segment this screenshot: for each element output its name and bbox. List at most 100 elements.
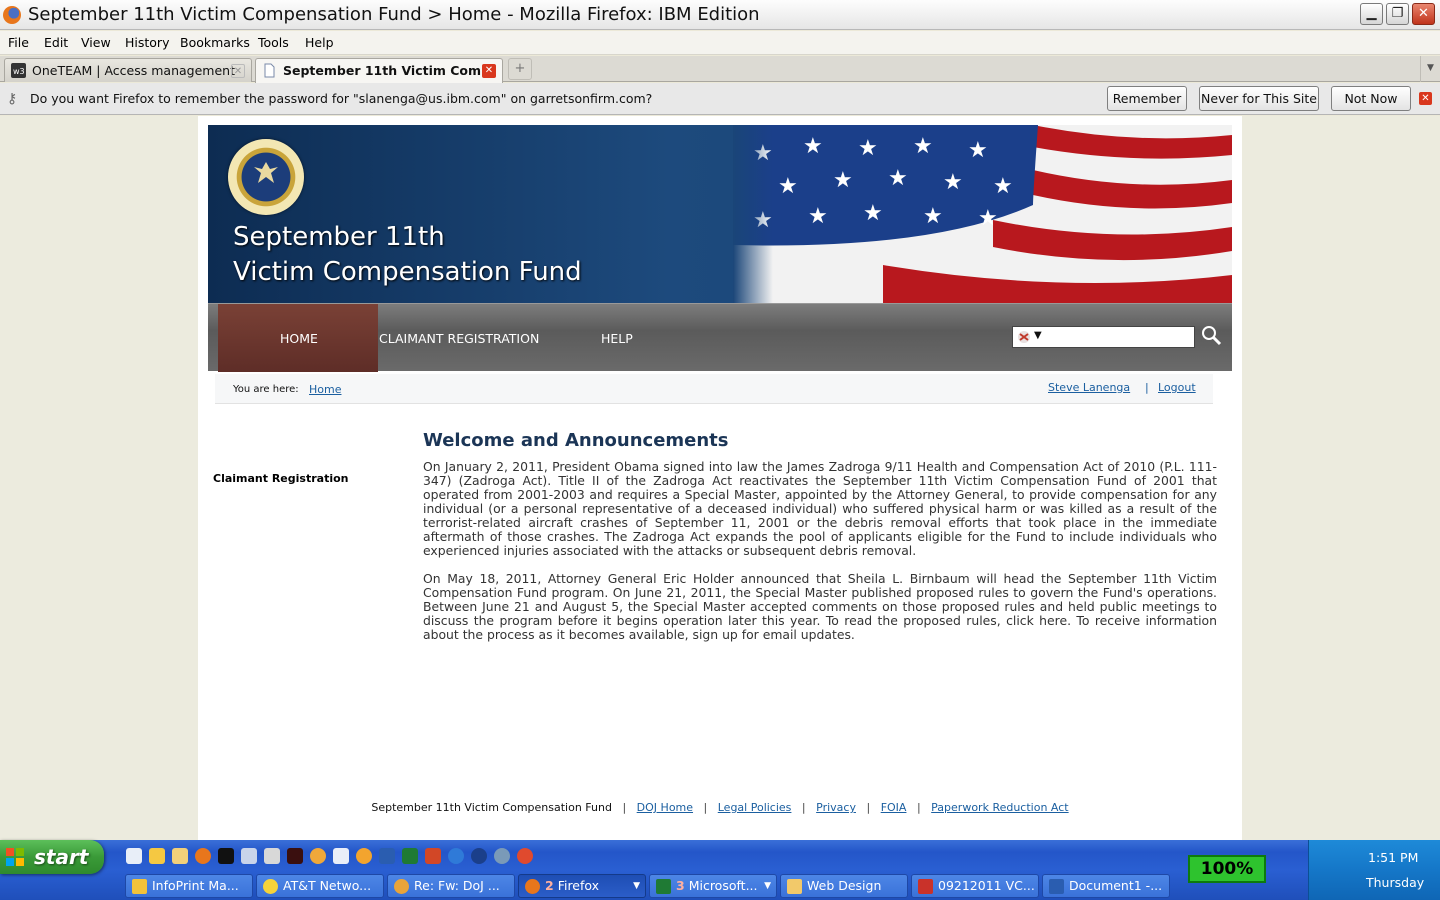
announcement-paragraph-1: On January 2, 2011, President Obama sign…	[423, 459, 1217, 558]
tab-label: OneTEAM | Access management	[32, 63, 235, 78]
page-title: Welcome and Announcements	[423, 430, 729, 451]
quicklaunch-folder-icon[interactable]	[172, 848, 188, 864]
menu-view[interactable]: View	[81, 35, 111, 50]
w3-icon: w3	[11, 63, 26, 78]
quicklaunch-app-icon[interactable]	[264, 848, 280, 864]
footer-link-paperwork-reduction-act[interactable]: Paperwork Reduction Act	[931, 801, 1068, 814]
sidebar-claimant-registration[interactable]: Claimant Registration	[213, 472, 349, 485]
search-input[interactable]: ▼	[1012, 326, 1195, 348]
taskbar-button-email[interactable]: Re: Fw: DoJ ...	[387, 874, 515, 898]
menu-bookmarks[interactable]: Bookmarks	[180, 35, 250, 50]
taskbar-button-label: InfoPrint Ma...	[152, 878, 239, 893]
not-now-button[interactable]: Not Now	[1331, 86, 1411, 111]
windows-taskbar: start InfoPrint Ma... AT&T Netwo... Re: …	[0, 840, 1440, 900]
new-tab-button[interactable]: +	[508, 58, 532, 80]
breadcrumb-separator: |	[1145, 381, 1149, 394]
taskbar-button-label: Microsoft...	[688, 878, 758, 893]
quicklaunch-chrome-icon[interactable]	[517, 848, 533, 864]
breadcrumb-prefix: You are here:	[233, 384, 299, 395]
taskbar-button-label: Document1 -...	[1069, 878, 1163, 893]
key-icon: ⚷	[7, 91, 18, 107]
quicklaunch-notes-icon[interactable]	[149, 848, 165, 864]
svg-text:w3: w3	[13, 67, 25, 76]
browser-viewport: ★ ★ ★ ★ ★ ★ ★ ★ ★ ★ ★ ★ ★ ★ ★	[0, 116, 1440, 840]
tab-oneteam[interactable]: w3 OneTEAM | Access management ✕	[4, 58, 252, 82]
taskbar-button-label: Web Design	[807, 878, 882, 893]
footer-link-privacy[interactable]: Privacy	[816, 801, 856, 814]
footer-separator: |	[622, 801, 627, 814]
nav-home[interactable]: HOME	[280, 331, 318, 346]
tab-close-icon[interactable]: ✕	[482, 64, 496, 78]
footer-link-legal-policies[interactable]: Legal Policies	[718, 801, 792, 814]
taskbar-button-pdf[interactable]: 09212011 VC...	[911, 874, 1039, 898]
quicklaunch-app5-icon[interactable]	[356, 848, 372, 864]
window-title: September 11th Victim Compensation Fund …	[28, 4, 760, 25]
footer-site-name: September 11th Victim Compensation Fund	[371, 801, 612, 814]
eagle-icon	[254, 162, 278, 183]
footer-separator: |	[916, 801, 921, 814]
quicklaunch-app4-icon[interactable]	[333, 848, 349, 864]
nav-claimant-registration[interactable]: CLAIMANT REGISTRATION	[379, 331, 539, 346]
doj-seal-logo	[228, 139, 304, 215]
taskbar-button-microsoft[interactable]: 3 Microsoft... ▼	[649, 874, 777, 898]
footer-link-doj-home[interactable]: DOJ Home	[637, 801, 693, 814]
nav-help[interactable]: HELP	[601, 331, 633, 346]
quicklaunch-app6-icon[interactable]	[494, 848, 510, 864]
tab-vcf[interactable]: September 11th Victim Com... ✕	[255, 58, 503, 83]
menu-tools[interactable]: Tools	[258, 35, 289, 50]
search-engine-icon	[1018, 331, 1030, 343]
quicklaunch-show-desktop-icon[interactable]	[126, 848, 142, 864]
quicklaunch-app3-icon[interactable]	[310, 848, 326, 864]
quicklaunch-app2-icon[interactable]	[287, 848, 303, 864]
quicklaunch-ie-icon[interactable]	[448, 848, 464, 864]
infoprint-icon	[132, 879, 147, 894]
start-label: start	[34, 845, 89, 869]
banner-title-line2: Victim Compensation Fund	[233, 257, 582, 287]
breadcrumb-home-link[interactable]: Home	[309, 383, 341, 396]
minimize-button[interactable]: ▁	[1360, 3, 1383, 25]
quicklaunch-cmd-icon[interactable]	[218, 848, 234, 864]
taskbar-button-infoprint[interactable]: InfoPrint Ma...	[125, 874, 253, 898]
taskbar-button-web-design[interactable]: Web Design	[780, 874, 908, 898]
user-name-link[interactable]: Steve Lanenga	[1048, 381, 1130, 394]
quicklaunch-media-icon[interactable]	[471, 848, 487, 864]
quicklaunch-powerpoint-icon[interactable]	[425, 848, 441, 864]
taskbar-button-label: AT&T Netwo...	[283, 878, 372, 893]
never-for-site-button[interactable]: Never for This Site	[1199, 86, 1319, 111]
windows-logo-icon	[6, 848, 24, 866]
chevron-down-icon[interactable]: ▼	[1034, 330, 1042, 341]
close-notification-icon[interactable]: ✕	[1419, 92, 1432, 105]
menu-file[interactable]: File	[8, 35, 29, 50]
logout-link[interactable]: Logout	[1158, 381, 1196, 394]
start-button[interactable]: start	[0, 840, 104, 874]
search-icon[interactable]	[1200, 324, 1222, 346]
web-page: ★ ★ ★ ★ ★ ★ ★ ★ ★ ★ ★ ★ ★ ★ ★	[198, 116, 1242, 840]
tab-close-icon[interactable]: ✕	[231, 64, 245, 78]
tab-label: September 11th Victim Com...	[283, 63, 496, 78]
maximize-button[interactable]: ❐	[1386, 3, 1409, 25]
remember-button[interactable]: Remember	[1107, 86, 1187, 111]
tab-list-button[interactable]: ▼	[1420, 56, 1440, 82]
taskbar-button-firefox[interactable]: 2 Firefox ▼	[518, 874, 646, 898]
chevron-down-icon: ▼	[633, 881, 640, 891]
page-icon	[264, 63, 275, 78]
taskbar-button-document1[interactable]: Document1 -...	[1042, 874, 1170, 898]
menu-history[interactable]: History	[125, 35, 169, 50]
menu-help[interactable]: Help	[305, 35, 334, 50]
taskbar-group-count: 3	[676, 878, 685, 893]
quicklaunch-excel-icon[interactable]	[402, 848, 418, 864]
clock-time[interactable]: 1:51 PM	[1368, 850, 1418, 865]
quicklaunch-word-icon[interactable]	[379, 848, 395, 864]
menu-edit[interactable]: Edit	[44, 35, 68, 50]
taskbar-button-att[interactable]: AT&T Netwo...	[256, 874, 384, 898]
system-tray	[1308, 840, 1440, 900]
battery-indicator[interactable]: 100%	[1188, 855, 1266, 883]
footer-link-foia[interactable]: FOIA	[881, 801, 907, 814]
quicklaunch-firefox-icon[interactable]	[195, 848, 211, 864]
close-button[interactable]: ✕	[1412, 3, 1435, 25]
menu-bar: File Edit View History Bookmarks Tools H…	[0, 31, 1440, 55]
site-banner: ★ ★ ★ ★ ★ ★ ★ ★ ★ ★ ★ ★ ★ ★ ★	[208, 125, 1232, 303]
taskbar-button-label: 09212011 VC...	[938, 878, 1035, 893]
quicklaunch-doc-icon[interactable]	[241, 848, 257, 864]
firefox-icon	[525, 879, 540, 894]
